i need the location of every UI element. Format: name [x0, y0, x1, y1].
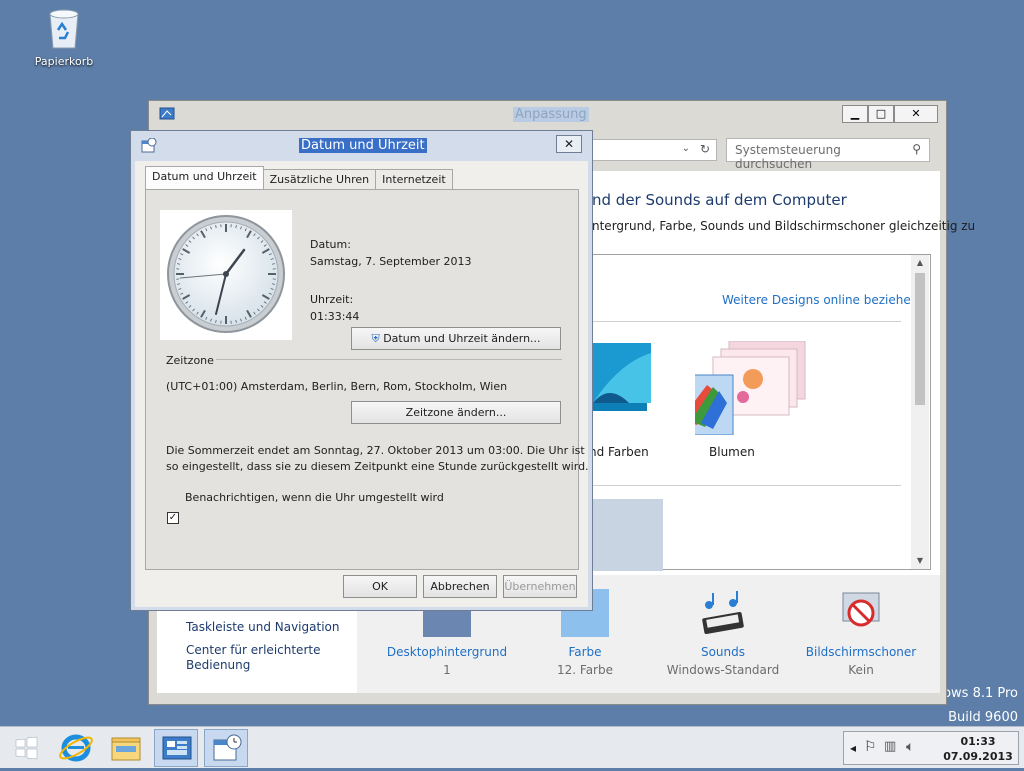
- volume-icon[interactable]: 🔈︎: [906, 739, 914, 755]
- scrollbar-thumb[interactable]: [915, 273, 925, 405]
- date-label: Datum:: [310, 238, 351, 251]
- date-time-dialog: Datum und Uhrzeit ✕ Datum und Uhrzeit Zu…: [130, 130, 593, 611]
- screensaver-value: Kein: [791, 663, 931, 677]
- sounds-item[interactable]: Sounds Windows-Standard: [653, 575, 793, 677]
- search-input[interactable]: Systemsteuerung durchsuchen ⚲: [726, 138, 930, 162]
- timezone-group-label: Zeitzone: [166, 354, 214, 367]
- recycle-bin-desktop-icon[interactable]: Papierkorb: [30, 6, 98, 68]
- apply-button[interactable]: Übernehmen: [503, 575, 577, 598]
- date-time-taskbar-button[interactable]: [204, 729, 248, 767]
- internet-explorer-icon: [54, 729, 98, 767]
- sounds-label[interactable]: Sounds: [653, 645, 793, 659]
- change-date-time-button[interactable]: ⛨ Datum und Uhrzeit ändern...: [351, 327, 561, 350]
- ease-of-access-link-line1[interactable]: Center für erleichterte: [186, 643, 320, 657]
- theme-label-blumen[interactable]: Blumen: [709, 445, 755, 459]
- page-description: ntergrund, Farbe, Sounds und Bildschirms…: [592, 219, 975, 233]
- tab-internet-time[interactable]: Internetzeit: [375, 169, 453, 189]
- cancel-button[interactable]: Abbrechen: [423, 575, 497, 598]
- divider: [589, 321, 901, 322]
- file-explorer-button[interactable]: [104, 729, 148, 767]
- color-value: 12. Farbe: [515, 663, 655, 677]
- desktop-background-label[interactable]: Desktophintergrund: [377, 645, 517, 659]
- search-placeholder: Systemsteuerung durchsuchen: [735, 143, 841, 171]
- scroll-up-arrow[interactable]: ▲: [911, 255, 929, 271]
- control-panel-icon: [155, 730, 199, 768]
- theme-label-farben[interactable]: nd Farben: [589, 445, 649, 459]
- time-label: Uhrzeit:: [310, 293, 353, 306]
- clock-date[interactable]: 07.09.2013: [942, 750, 1014, 763]
- shield-icon: ⛨: [371, 332, 379, 345]
- internet-explorer-button[interactable]: [54, 729, 98, 767]
- recycle-bin-label: Papierkorb: [30, 55, 98, 68]
- close-button[interactable]: ✕: [894, 105, 938, 123]
- taskbar-navigation-link[interactable]: Taskleiste und Navigation: [186, 620, 339, 634]
- dst-info-line1: Die Sommerzeit endet am Sonntag, 27. Okt…: [166, 444, 585, 457]
- screensaver-label[interactable]: Bildschirmschoner: [791, 645, 931, 659]
- page-heading: nd der Sounds auf dem Computer: [592, 191, 847, 209]
- chevron-down-icon[interactable]: ⌄: [682, 143, 690, 154]
- taskbar: ◂ ⚐ ▥ 🔈︎ 01:33 07.09.2013: [0, 726, 1024, 768]
- theme-farben-image: [589, 343, 653, 423]
- dst-info-line2: so eingestellt, dass sie zu diesem Zeitp…: [166, 460, 589, 473]
- windows-build-watermark: Build 9600: [948, 710, 1018, 725]
- time-value: 01:33:44: [310, 310, 359, 323]
- calendar-clock-icon: [205, 730, 249, 768]
- theme-thumbnail-farben[interactable]: [589, 343, 653, 423]
- clock-face-icon: [160, 210, 292, 340]
- dialog-titlebar[interactable]: Datum und Uhrzeit ✕: [131, 131, 592, 161]
- theme-blumen-image: [695, 341, 815, 435]
- ease-of-access-link-line2[interactable]: Bedienung: [186, 658, 250, 672]
- personalization-titlebar[interactable]: Anpassung ▁ □ ✕: [149, 101, 946, 129]
- scroll-down-arrow[interactable]: ▼: [911, 553, 929, 569]
- screensaver-icon: [837, 589, 885, 637]
- refresh-icon[interactable]: ↻: [700, 142, 710, 156]
- themes-scrollbar[interactable]: ▲ ▼: [911, 255, 929, 569]
- left-navigation: Taskleiste und Navigation Center für erl…: [157, 610, 357, 692]
- sounds-icon: [699, 589, 747, 637]
- change-date-time-label: Datum und Uhrzeit ändern...: [383, 332, 540, 345]
- dialog-body: Datum und Uhrzeit Zusätzliche Uhren Inte…: [135, 161, 588, 607]
- minimize-button[interactable]: ▁: [842, 105, 868, 123]
- desktop-background-value: 1: [377, 663, 517, 677]
- maximize-button[interactable]: □: [868, 105, 894, 123]
- screensaver-item[interactable]: Bildschirmschoner Kein: [791, 575, 931, 677]
- divider: [589, 485, 901, 486]
- color-label[interactable]: Farbe: [515, 645, 655, 659]
- timezone-value: (UTC+01:00) Amsterdam, Berlin, Bern, Rom…: [166, 380, 507, 393]
- network-disconnected-icon[interactable]: ▥: [884, 739, 896, 754]
- personalization-title: Anpassung: [513, 107, 589, 122]
- action-center-flag-icon[interactable]: ⚐: [864, 739, 877, 755]
- date-value: Samstag, 7. September 2013: [310, 255, 471, 268]
- start-button[interactable]: [4, 729, 48, 767]
- clock-time[interactable]: 01:33: [942, 735, 1014, 748]
- tab-panel: Datum: Samstag, 7. September 2013 Uhrzei…: [145, 189, 579, 570]
- dialog-tabs: Datum und Uhrzeit Zusätzliche Uhren Inte…: [145, 169, 452, 189]
- tab-additional-clocks[interactable]: Zusätzliche Uhren: [263, 169, 377, 189]
- notify-checkbox-label[interactable]: Benachrichtigen, wenn die Uhr umgestellt…: [185, 491, 444, 504]
- theme-thumbnail-blumen[interactable]: [695, 341, 785, 421]
- high-contrast-theme-thumbnail[interactable]: [589, 499, 663, 571]
- recycle-bin-icon: [46, 6, 82, 50]
- control-panel-icon: [159, 107, 175, 121]
- date-time-icon: [141, 138, 157, 154]
- notify-checkbox[interactable]: ✓: [167, 512, 179, 524]
- notification-area: ◂ ⚐ ▥ 🔈︎ 01:33 07.09.2013: [843, 731, 1019, 765]
- ok-button[interactable]: OK: [343, 575, 417, 598]
- address-bar[interactable]: ⌄ ↻: [589, 139, 717, 161]
- divider: [216, 359, 562, 360]
- analog-clock: [160, 210, 292, 340]
- dialog-title: Datum und Uhrzeit: [299, 138, 427, 153]
- sounds-value: Windows-Standard: [653, 663, 793, 677]
- expand-tray-icon[interactable]: ◂: [850, 741, 856, 755]
- control-panel-taskbar-button[interactable]: [154, 729, 198, 767]
- search-icon[interactable]: ⚲: [912, 142, 921, 156]
- windows-edition-watermark: ows 8.1 Pro: [943, 686, 1018, 701]
- folder-icon: [104, 729, 148, 767]
- more-designs-link[interactable]: Weitere Designs online beziehen: [722, 293, 918, 307]
- close-button[interactable]: ✕: [556, 135, 582, 153]
- change-timezone-button[interactable]: Zeitzone ändern...: [351, 401, 561, 424]
- tab-date-time[interactable]: Datum und Uhrzeit: [145, 166, 264, 189]
- windows-logo-icon: [4, 729, 48, 767]
